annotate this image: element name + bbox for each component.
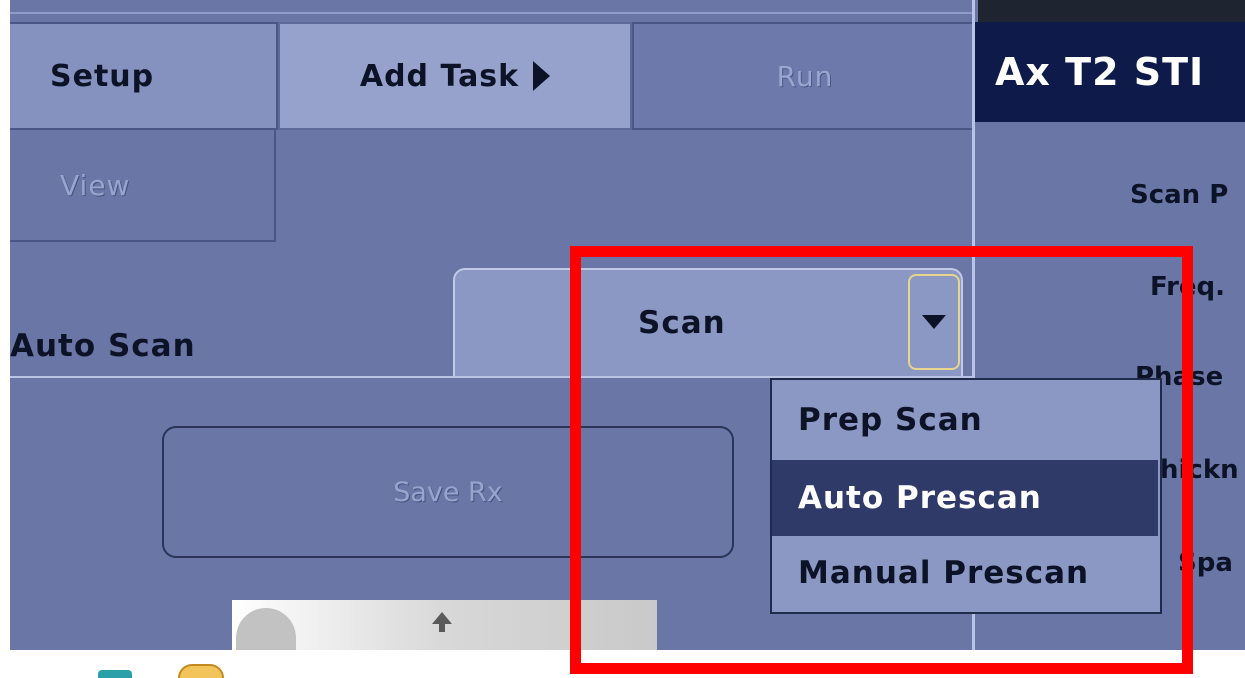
run-label: Run bbox=[776, 59, 834, 93]
annotation-highlight-box bbox=[570, 246, 1193, 674]
top-dark-strip bbox=[978, 0, 1245, 22]
add-task-label: Add Task bbox=[359, 58, 520, 94]
run-button[interactable]: Run bbox=[632, 22, 978, 130]
setup-label: Setup bbox=[50, 58, 155, 94]
auto-scan-label: Auto Scan bbox=[10, 328, 196, 364]
arrow-up-stem bbox=[439, 622, 445, 632]
save-rx-label: Save Rx bbox=[393, 476, 503, 508]
view-label: View bbox=[60, 168, 131, 202]
top-border bbox=[10, 0, 975, 14]
seal-logo-icon bbox=[178, 664, 224, 678]
view-button[interactable]: View bbox=[10, 130, 276, 242]
logo-teal-icon bbox=[98, 670, 132, 678]
scan-params-label: Scan P bbox=[1130, 180, 1229, 210]
setup-button[interactable]: Setup bbox=[10, 22, 278, 130]
add-task-button[interactable]: Add Task bbox=[278, 22, 632, 130]
caret-right-icon bbox=[533, 61, 551, 91]
protocol-title: Ax T2 STI bbox=[975, 22, 1245, 122]
